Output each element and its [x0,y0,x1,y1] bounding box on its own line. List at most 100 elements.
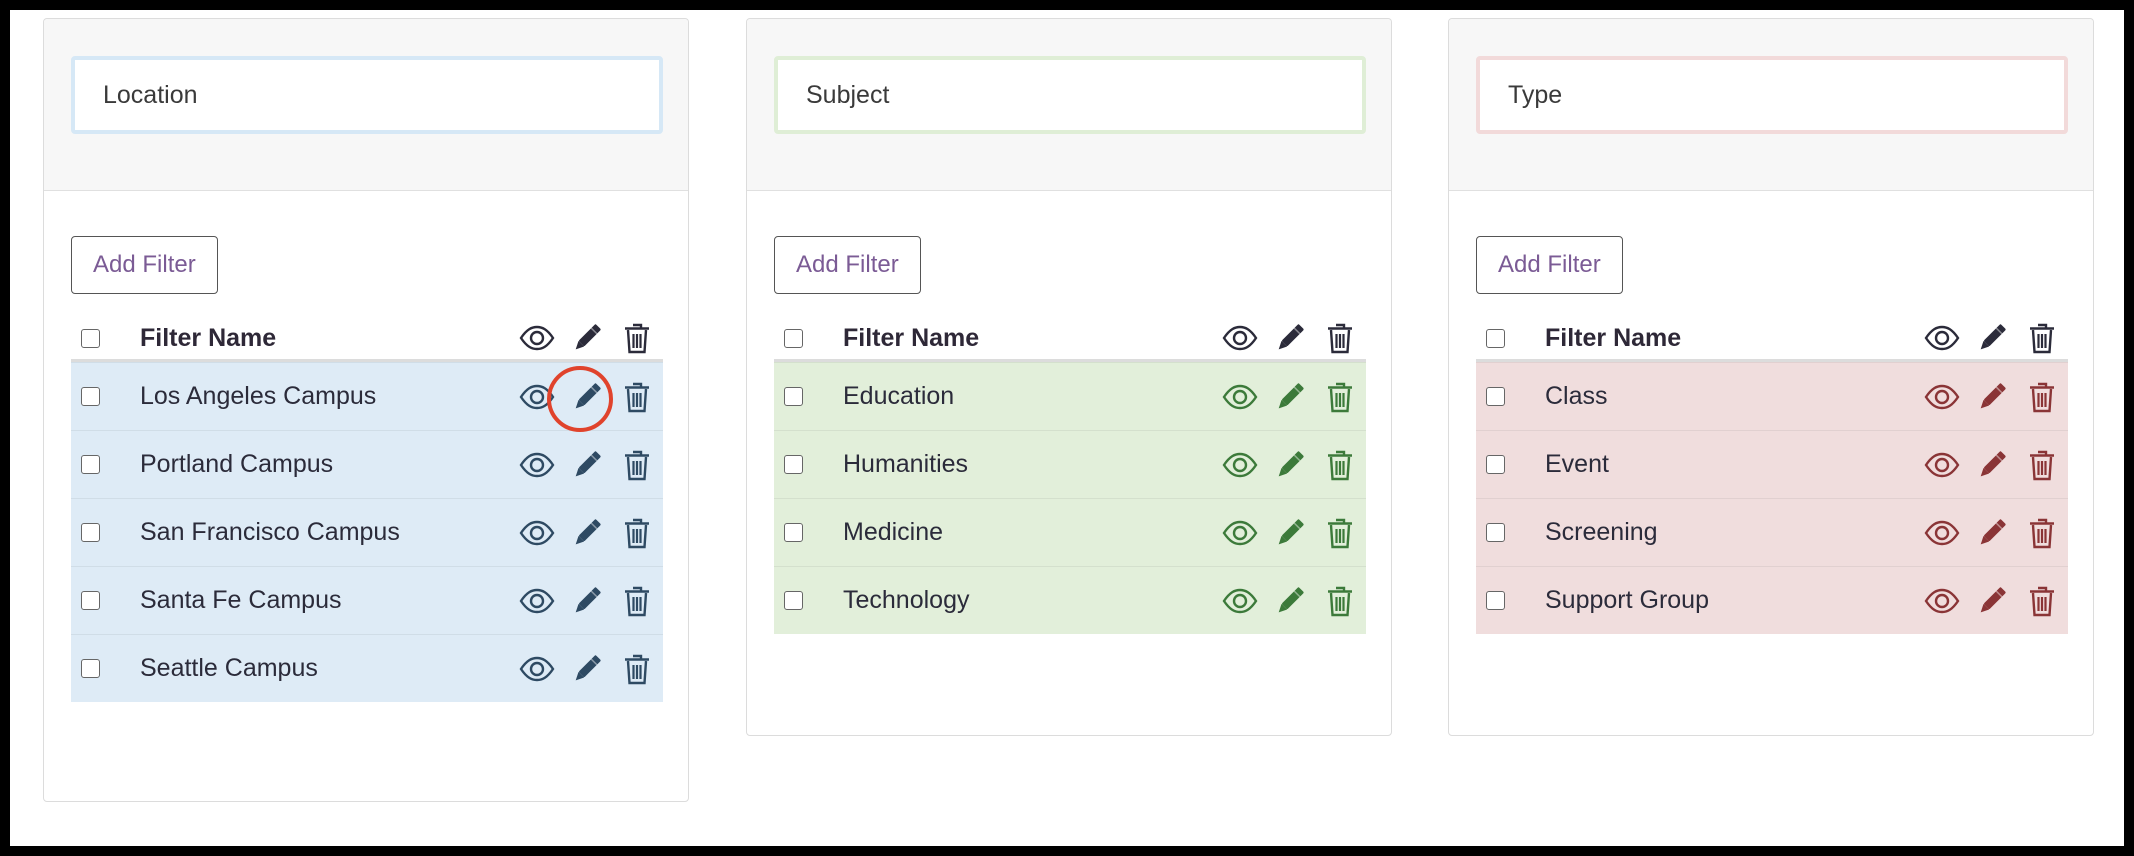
pencil-icon[interactable] [569,515,605,551]
filter-name: Education [843,382,955,410]
page-canvas: Add Filter Filter Name Los Angeles Campus… [10,10,2124,846]
pencil-icon[interactable] [1272,515,1308,551]
add-filter-button[interactable]: Add Filter [1476,236,1623,294]
eye-icon[interactable] [1222,447,1258,483]
eye-icon[interactable] [519,583,555,619]
pencil-icon[interactable] [569,320,605,356]
table-row: Technology [774,566,1366,634]
trash-icon[interactable] [2024,583,2060,619]
trash-icon[interactable] [2024,379,2060,415]
eye-icon[interactable] [1222,515,1258,551]
pencil-icon[interactable] [1974,515,2010,551]
category-title-input[interactable] [774,56,1366,134]
pencil-icon[interactable] [1272,320,1308,356]
select-all-checkbox[interactable] [81,328,100,348]
row-checkbox[interactable] [1486,387,1505,406]
row-actions [519,583,655,619]
panel-header [747,19,1391,191]
panel-header [44,19,688,191]
row-actions [1924,447,2060,483]
eye-icon[interactable] [1924,447,1960,483]
trash-icon[interactable] [619,379,655,415]
eye-icon[interactable] [1924,320,1960,356]
pencil-icon[interactable] [1272,583,1308,619]
row-checkbox[interactable] [81,523,100,542]
table-header: Filter Name [774,317,1366,362]
row-checkbox[interactable] [81,591,100,610]
pencil-icon[interactable] [1974,583,2010,619]
table-row: Class [1476,362,2068,430]
trash-icon[interactable] [619,515,655,551]
pencil-icon[interactable] [1272,447,1308,483]
row-actions [519,515,655,551]
pencil-icon[interactable] [1974,447,2010,483]
eye-icon[interactable] [1924,515,1960,551]
trash-icon[interactable] [1322,583,1358,619]
row-checkbox[interactable] [81,387,100,406]
filter-name: San Francisco Campus [140,518,400,546]
eye-icon[interactable] [519,379,555,415]
trash-icon[interactable] [1322,447,1358,483]
eye-icon[interactable] [1222,583,1258,619]
table-row: Screening [1476,498,2068,566]
eye-icon[interactable] [519,447,555,483]
filter-name: Medicine [843,518,944,546]
table-row: Support Group [1476,566,2068,634]
trash-icon[interactable] [1322,320,1358,356]
pencil-icon[interactable] [1272,379,1308,415]
category-title-input[interactable] [71,56,663,134]
column-header-filter-name: Filter Name [140,323,277,352]
pencil-icon[interactable] [569,379,605,415]
row-actions [1924,320,2060,356]
row-actions [1924,379,2060,415]
filter-name: Support Group [1545,586,1709,614]
pencil-icon[interactable] [569,583,605,619]
trash-icon[interactable] [619,447,655,483]
eye-icon[interactable] [1222,320,1258,356]
row-actions [1924,583,2060,619]
trash-icon[interactable] [619,651,655,687]
eye-icon[interactable] [519,651,555,687]
row-actions [519,651,655,687]
pencil-icon[interactable] [1974,379,2010,415]
trash-icon[interactable] [1322,379,1358,415]
trash-icon[interactable] [2024,515,2060,551]
eye-icon[interactable] [1222,379,1258,415]
table-row: Los Angeles Campus [71,362,663,430]
eye-icon[interactable] [1924,379,1960,415]
row-checkbox[interactable] [1486,523,1505,542]
trash-icon[interactable] [2024,320,2060,356]
filter-name: Portland Campus [140,450,334,478]
table-row: Humanities [774,430,1366,498]
trash-icon[interactable] [619,583,655,619]
trash-icon[interactable] [619,320,655,356]
trash-icon[interactable] [1322,515,1358,551]
pencil-icon[interactable] [569,447,605,483]
row-checkbox[interactable] [81,455,100,474]
filter-name: Class [1545,382,1608,410]
row-actions [1222,447,1358,483]
table-row: Education [774,362,1366,430]
row-checkbox[interactable] [1486,591,1505,610]
pencil-icon[interactable] [1974,320,2010,356]
row-checkbox[interactable] [81,659,100,678]
category-title-input[interactable] [1476,56,2068,134]
eye-icon[interactable] [1924,583,1960,619]
pencil-icon[interactable] [569,651,605,687]
eye-icon[interactable] [519,320,555,356]
row-checkbox[interactable] [1486,455,1505,474]
row-checkbox[interactable] [784,523,803,542]
row-checkbox[interactable] [784,387,803,406]
filter-panel-subject: Add Filter Filter Name Education Humanitie… [746,18,1392,736]
panel-header [1449,19,2093,191]
select-all-checkbox[interactable] [784,328,803,348]
row-checkbox[interactable] [784,455,803,474]
add-filter-button[interactable]: Add Filter [71,236,218,294]
select-all-checkbox[interactable] [1486,328,1505,348]
add-filter-button[interactable]: Add Filter [774,236,921,294]
row-checkbox[interactable] [784,591,803,610]
table-row: San Francisco Campus [71,498,663,566]
eye-icon[interactable] [519,515,555,551]
filter-name: Santa Fe Campus [140,586,342,614]
trash-icon[interactable] [2024,447,2060,483]
